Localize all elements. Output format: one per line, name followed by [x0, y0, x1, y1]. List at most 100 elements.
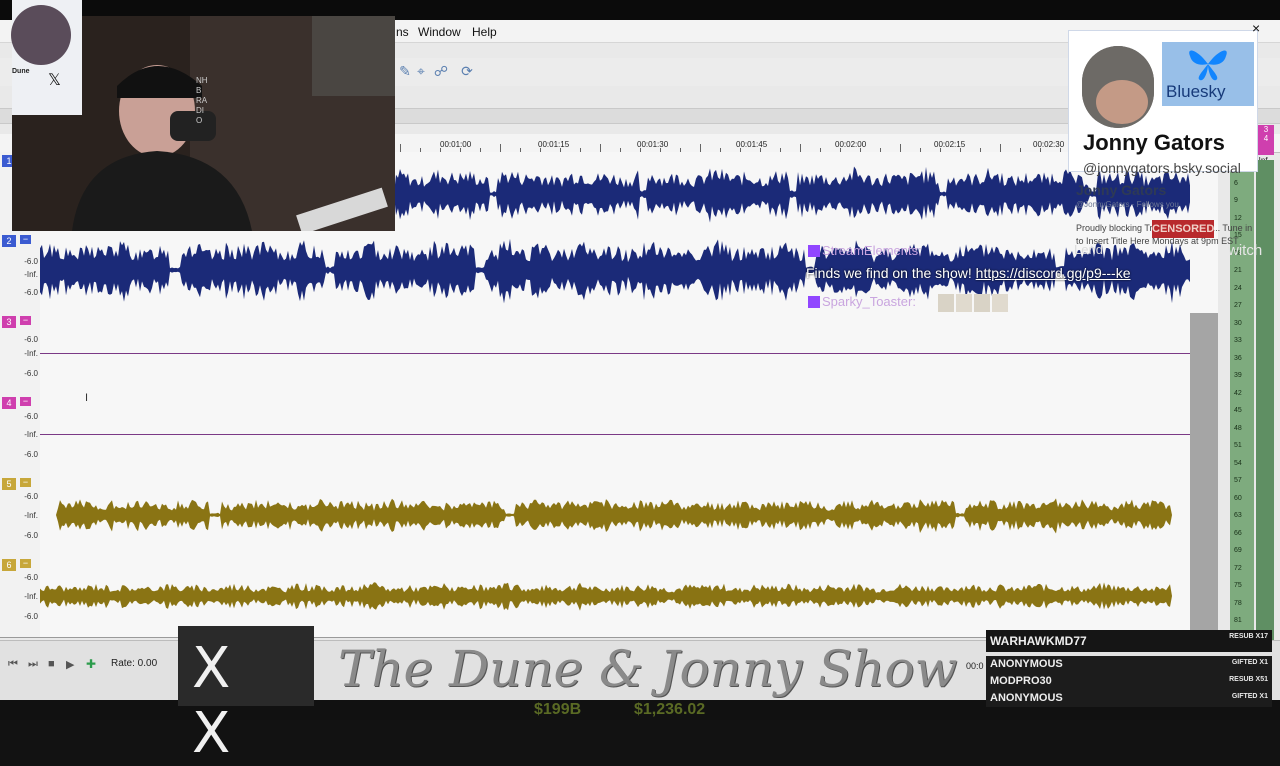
- twitch-label-fragment: witch: [1228, 242, 1263, 259]
- chat-link[interactable]: https://discord.gg/p9---ke: [976, 265, 1131, 281]
- meter-scale-label: 42: [1234, 389, 1242, 397]
- meter-scale-label: 27: [1234, 302, 1242, 309]
- waveform-track-6: [40, 582, 1190, 611]
- stop-icon[interactable]: ■: [48, 658, 55, 670]
- menu-item-partial[interactable]: ns: [396, 25, 409, 39]
- meter-scale-label: 45: [1234, 407, 1242, 414]
- track-number-badge[interactable]: 6: [2, 559, 16, 571]
- profile-avatar: [11, 5, 71, 65]
- ruler-label: 00:01:00: [440, 140, 472, 149]
- track-header: 4 − -6.0 -Inf. -6.0: [0, 394, 40, 475]
- ruler-tick: [600, 144, 601, 152]
- play-icon[interactable]: ▶: [66, 658, 74, 671]
- track-minimize-icon[interactable]: −: [20, 397, 31, 406]
- meter-scale-label: 60: [1234, 494, 1242, 502]
- emote-row: [938, 294, 1008, 312]
- tool-loop-icon[interactable]: ⟳: [458, 62, 476, 80]
- track-minimize-icon[interactable]: −: [20, 235, 31, 244]
- meter-channel-label: 4: [1263, 134, 1269, 143]
- show-title: The Dune & Jonny Show: [338, 640, 958, 698]
- feed-row: ANONYMOUS GIFTED X1: [986, 656, 1272, 673]
- chat-username: StreamElements:: [822, 243, 922, 258]
- meter-scale-label: 78: [1234, 599, 1242, 607]
- close-icon[interactable]: ×: [1252, 20, 1260, 36]
- forward-icon[interactable]: ⏭: [28, 658, 38, 671]
- mic-branding: NHB RADIO: [196, 76, 208, 125]
- track-minimize-icon[interactable]: −: [20, 478, 31, 487]
- meter-channel-label: 3: [1263, 125, 1269, 134]
- db-label: -6.0: [24, 531, 38, 540]
- meter-scale-label: 36: [1234, 354, 1242, 362]
- avatar-photo: [1082, 46, 1154, 128]
- audio-track-4[interactable]: 4 − -6.0 -Inf. -6.0 I: [0, 392, 1218, 476]
- menu-item-help[interactable]: Help: [472, 25, 497, 39]
- track-number-badge[interactable]: 3: [2, 316, 16, 328]
- twitch-icon: [808, 296, 820, 308]
- add-marker-icon[interactable]: ✚: [86, 657, 96, 671]
- ruler-tick: [500, 144, 501, 152]
- meter-scale-label: 72: [1234, 564, 1242, 572]
- rewind-icon[interactable]: ⏮: [8, 658, 18, 671]
- bluesky-avatar: [1082, 46, 1154, 128]
- feed-tag: GIFTED X1: [1231, 659, 1268, 666]
- feed-tag: RESUB X17: [1229, 633, 1268, 640]
- x-logo-banner: X X: [178, 626, 314, 766]
- x-logo-icon: X X: [192, 636, 255, 766]
- feed-user: MODPRO30: [990, 675, 1052, 687]
- tweet-fragment: Lend: [1074, 242, 1103, 257]
- meter-scale-label: 54: [1234, 459, 1242, 467]
- meter-scale-label: 66: [1234, 529, 1242, 537]
- track-header: 2 − -6.0 -Inf. -6.0: [0, 232, 40, 313]
- text-cursor-icon: I: [85, 392, 89, 404]
- db-label: -Inf.: [24, 430, 38, 439]
- feed-row: ANONYMOUS GIFTED X1: [986, 690, 1272, 707]
- db-label: -Inf.: [24, 511, 38, 520]
- selection-region: [1190, 313, 1218, 637]
- twitch-icon: [808, 245, 820, 257]
- meter-scale-label: 9: [1234, 197, 1238, 204]
- track-minimize-icon[interactable]: −: [20, 559, 31, 568]
- waveform-track-5: [40, 498, 1190, 534]
- meter-scale-label: 63: [1234, 512, 1242, 519]
- tool-scrub-icon[interactable]: ☍: [432, 62, 450, 80]
- meter-scale-label: 12: [1234, 214, 1242, 222]
- track-number-badge[interactable]: 2: [2, 235, 16, 247]
- meter-scale-label: 51: [1234, 442, 1242, 449]
- ruler-label: 00:01:30: [637, 140, 669, 149]
- audio-track-5[interactable]: 5 − -6.0 -Inf. -6.0: [0, 475, 1218, 557]
- chat-emotes: [936, 292, 1012, 314]
- audio-track-3[interactable]: 3 − -6.0 -Inf. -6.0: [0, 313, 1218, 395]
- meter-scale-label: 21: [1234, 267, 1242, 274]
- tweet-handle: @JonnyGators · Follows you: [1076, 200, 1179, 209]
- db-label: -6.0: [24, 257, 38, 266]
- db-label: -6.0: [24, 335, 38, 344]
- track-header: 5 − -6.0 -Inf. -6.0: [0, 475, 40, 556]
- feed-row: MODPRO30 RESUB X51: [986, 673, 1272, 690]
- profile-name: Dune: [12, 68, 30, 75]
- track-centerline: [40, 434, 1190, 435]
- track-number-badge[interactable]: 5: [2, 478, 16, 490]
- db-label: -Inf.: [24, 349, 38, 358]
- track-minimize-icon[interactable]: −: [20, 316, 31, 325]
- db-label: -6.0: [24, 573, 38, 582]
- db-label: -Inf.: [24, 592, 38, 601]
- db-label: -6.0: [24, 612, 38, 621]
- tool-select-icon[interactable]: ⌖: [412, 62, 430, 80]
- donation-total-b: $1,236.02: [634, 701, 706, 718]
- meter-scale-label: 6: [1234, 179, 1238, 187]
- db-label: -6.0: [24, 369, 38, 378]
- ruler-tick: [800, 144, 801, 152]
- db-label: -6.0: [24, 492, 38, 501]
- rate-label: Rate: 0.00: [111, 658, 158, 669]
- db-label: -Inf.: [24, 270, 38, 279]
- track-number-badge[interactable]: 4: [2, 397, 16, 409]
- time-readout: 00:0: [966, 661, 984, 671]
- ruler-tick: [1000, 144, 1001, 152]
- track-header: 3 − -6.0 -Inf. -6.0: [0, 313, 40, 394]
- ruler-tick: [400, 144, 401, 152]
- meter-scale-label: 81: [1234, 617, 1242, 624]
- meter-scale-label: 30: [1234, 319, 1242, 327]
- profile-card-thumbnail: Dune 𝕏: [11, 0, 82, 115]
- menu-item-window[interactable]: Window: [418, 25, 461, 39]
- feed-user: WARHAWKMD77: [990, 634, 1087, 648]
